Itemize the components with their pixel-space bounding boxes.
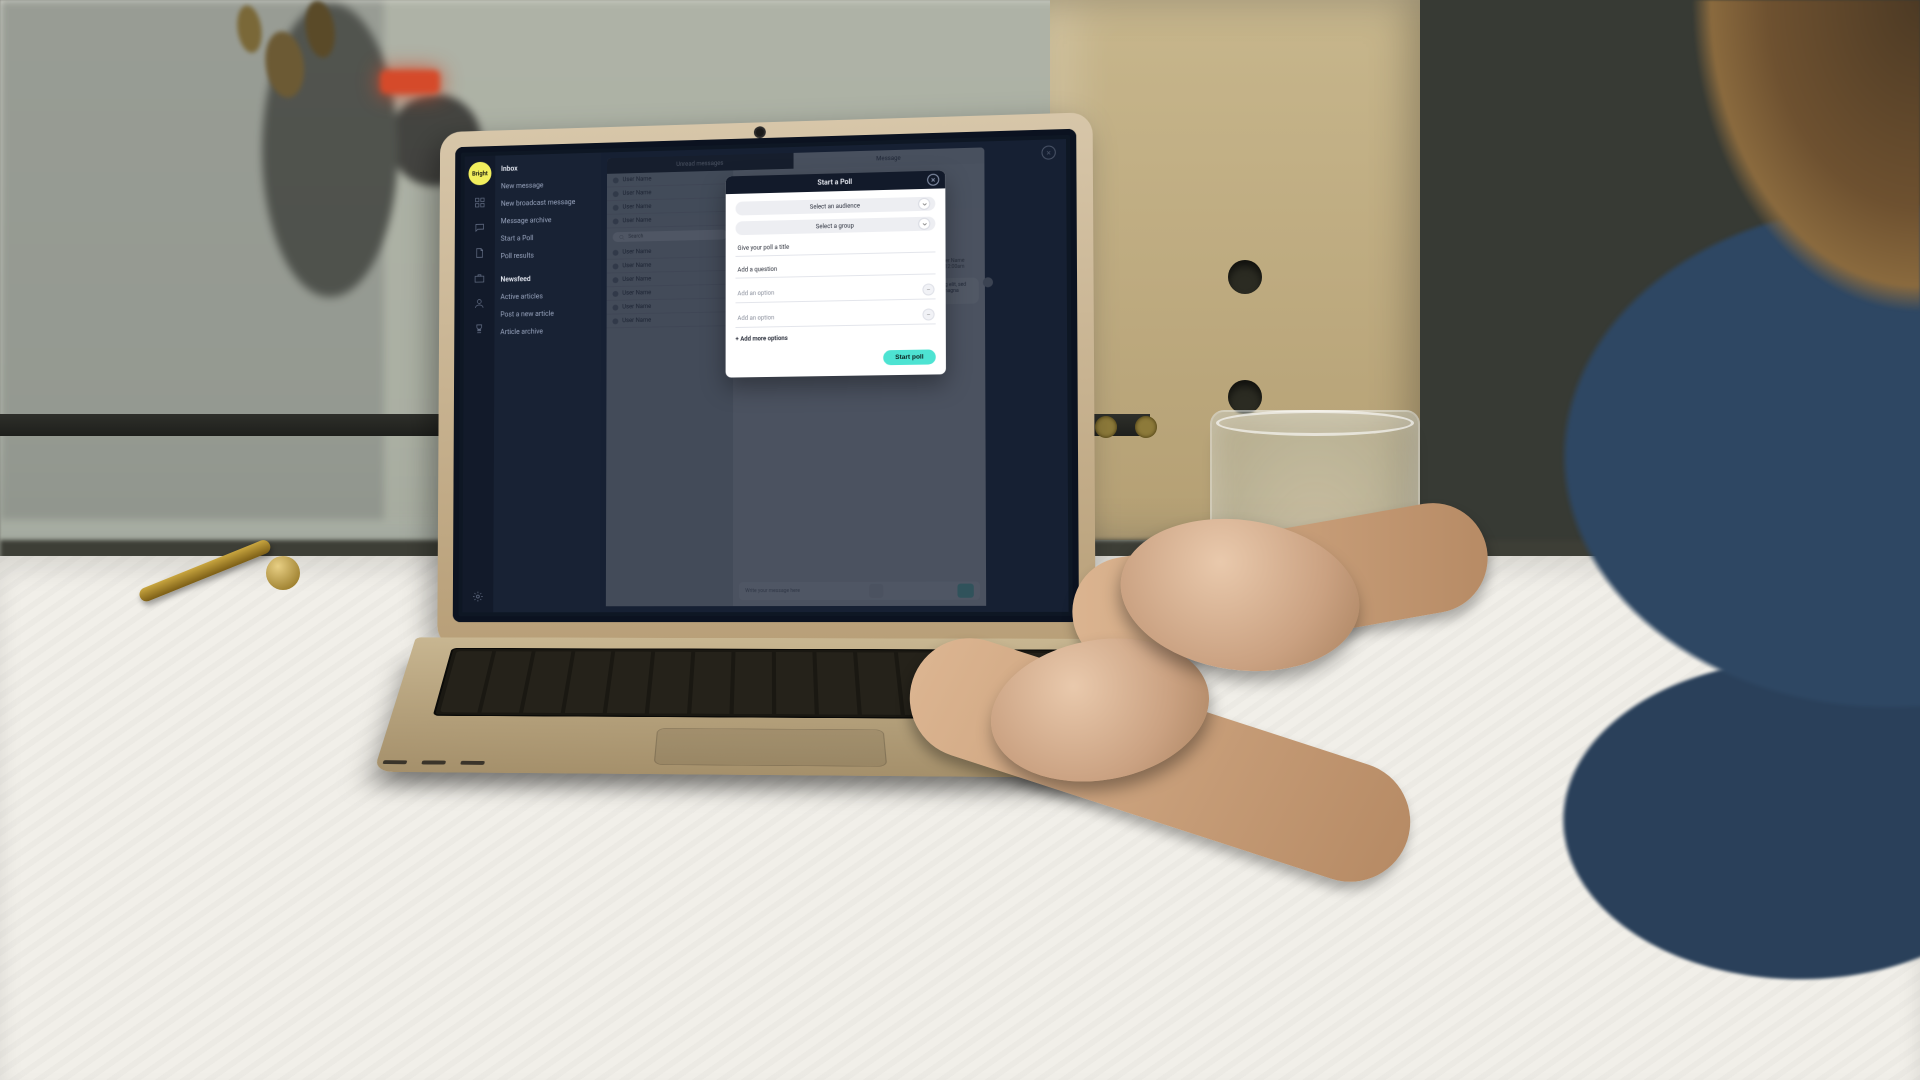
select-group-label: Select a group <box>816 222 854 230</box>
trophy-icon[interactable] <box>471 321 486 337</box>
select-audience[interactable]: Select an audience <box>736 197 936 216</box>
nav-section-header: Newsfeed <box>500 274 595 284</box>
window-handle <box>130 560 300 640</box>
laptop-trackpad <box>654 728 887 767</box>
chevron-down-icon <box>919 199 929 209</box>
poll-option-placeholder: Add an option <box>737 314 774 322</box>
icon-rail: Bright <box>462 156 495 613</box>
app-root: Bright <box>462 139 1068 612</box>
nav-item-post-article[interactable]: Post a new article <box>500 307 595 321</box>
left-nav: Inbox New message New broadcast message … <box>493 153 601 613</box>
nav-item-active-articles[interactable]: Active articles <box>500 289 595 303</box>
photo-scene: Bright <box>0 0 1920 1080</box>
content-area: × Unread messages Message User Name User… <box>600 139 1069 612</box>
select-group[interactable]: Select a group <box>736 217 936 236</box>
nav-item-message-archive[interactable]: Message archive <box>501 213 596 227</box>
messages-icon[interactable] <box>472 220 487 236</box>
nav-item-new-message[interactable]: New message <box>501 178 595 192</box>
nav-item-poll-results[interactable]: Poll results <box>501 248 596 262</box>
poll-option-input[interactable]: Add an option <box>736 280 936 303</box>
nav-item-start-poll[interactable]: Start a Poll <box>501 231 596 245</box>
laptop-camera <box>756 128 764 136</box>
poll-question-input[interactable]: Add a question <box>736 258 936 278</box>
poll-question-placeholder: Add a question <box>737 266 777 274</box>
handle-knob <box>266 556 300 590</box>
settings-icon[interactable] <box>470 589 485 605</box>
select-audience-label: Select an audience <box>810 202 860 210</box>
nav-item-article-archive[interactable]: Article archive <box>500 325 595 338</box>
start-poll-button[interactable]: Start poll <box>883 349 936 365</box>
add-more-options[interactable]: + Add more options <box>735 330 935 342</box>
poll-title-input[interactable]: Give your poll a title <box>736 236 936 256</box>
poll-option-placeholder: Add an option <box>737 289 774 297</box>
modal-close-icon[interactable]: × <box>927 174 939 186</box>
person-hair <box>1440 0 1920 520</box>
remove-option-icon[interactable] <box>923 284 933 294</box>
start-poll-modal: Start a Poll × Select an audience <box>726 170 946 377</box>
chevron-down-icon <box>919 219 929 229</box>
user-icon[interactable] <box>472 296 487 312</box>
poll-title-placeholder: Give your poll a title <box>738 244 790 252</box>
remove-option-icon[interactable] <box>923 309 933 319</box>
briefcase-icon[interactable] <box>472 270 487 286</box>
laptop-screen: Bright <box>453 129 1079 622</box>
nav-section-header: Inbox <box>501 163 595 173</box>
document-icon[interactable] <box>472 245 487 261</box>
laptop-ports <box>382 760 513 768</box>
poll-option-input[interactable]: Add an option <box>735 305 935 328</box>
brand-logo[interactable]: Bright <box>468 162 491 186</box>
nav-item-new-broadcast[interactable]: New broadcast message <box>501 196 596 210</box>
modal-title: Start a Poll <box>817 178 852 187</box>
laptop-lid: Bright <box>437 112 1095 648</box>
dashboard-icon[interactable] <box>472 195 487 211</box>
